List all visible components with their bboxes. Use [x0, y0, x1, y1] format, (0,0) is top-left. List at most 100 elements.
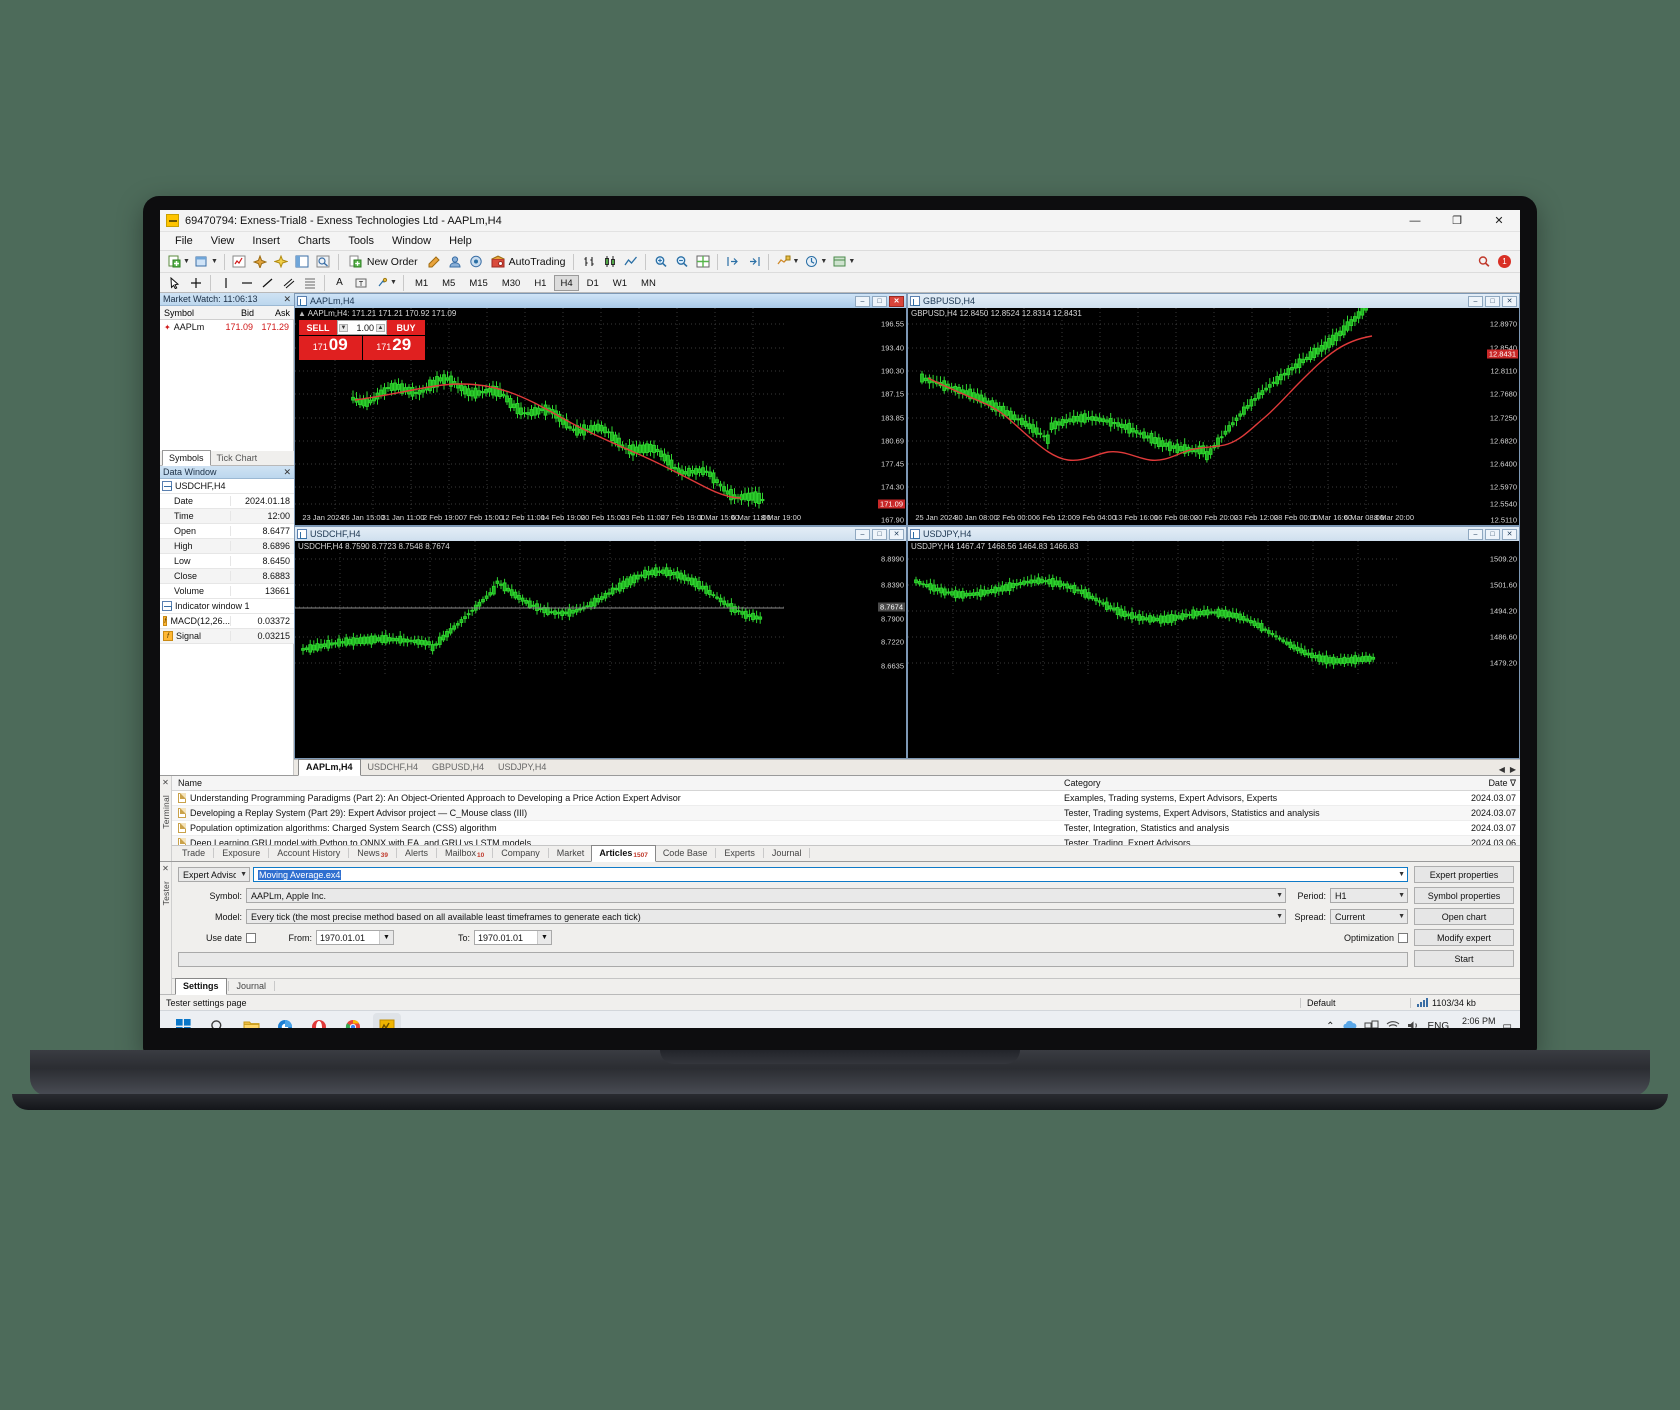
period-select[interactable]: H1 ▼	[1330, 888, 1408, 903]
chart-minimize-button[interactable]: –	[1468, 528, 1483, 540]
candlestick-chart-icon[interactable]	[600, 253, 619, 271]
chart-window-aaplm[interactable]: AAPLm,H4 – □ ✕ ▲ AAPLm,H4: 171.21 171.21…	[294, 293, 907, 526]
timeframe-h4[interactable]: H4	[554, 274, 579, 291]
timeframe-d1[interactable]: D1	[581, 275, 605, 291]
bar-chart-icon[interactable]	[579, 253, 598, 271]
modify-expert-button[interactable]: Modify expert	[1414, 929, 1514, 946]
timeframe-m15[interactable]: M15	[463, 275, 493, 291]
list-item[interactable]: Developing a Replay System (Part 29): Ex…	[172, 806, 1520, 821]
terminal-tab-code-base[interactable]: Code Base	[656, 846, 715, 861]
market-watch-icon[interactable]	[230, 253, 249, 271]
experts-icon[interactable]	[446, 253, 465, 271]
to-date-field[interactable]: 1970.01.01 ▼	[474, 930, 552, 945]
chart-maximize-button[interactable]: □	[1485, 295, 1500, 307]
notification-icon[interactable]: ▭	[1503, 1021, 1512, 1028]
menu-tools[interactable]: Tools	[339, 232, 383, 251]
buy-price[interactable]: 171 29	[362, 336, 425, 360]
terminal-tab-trade[interactable]: Trade	[175, 846, 212, 861]
wifi-icon[interactable]	[1386, 1020, 1400, 1028]
arrows-icon[interactable]	[372, 274, 391, 292]
chart-minimize-button[interactable]: –	[1468, 295, 1483, 307]
chart-maximize-button[interactable]: □	[1485, 528, 1500, 540]
templates-icon[interactable]	[830, 253, 849, 271]
chart-maximize-button[interactable]: □	[872, 528, 887, 540]
volume-stepper[interactable]: ▼ 1.00 ▲	[337, 320, 387, 335]
autotrading-button[interactable]: AutoTrading	[487, 255, 570, 268]
volume-increment-icon[interactable]: ▲	[376, 323, 385, 332]
chart-tab-aaplm[interactable]: AAPLm,H4	[298, 759, 361, 776]
chrome-button[interactable]	[339, 1013, 367, 1028]
chart-tab-usdchf[interactable]: USDCHF,H4	[361, 760, 426, 775]
terminal-tab-news[interactable]: News 39	[350, 846, 395, 861]
terminal-tab-mailbox[interactable]: Mailbox 10	[438, 846, 491, 861]
indicators-icon[interactable]	[774, 253, 793, 271]
menu-help[interactable]: Help	[440, 232, 481, 251]
menu-charts[interactable]: Charts	[289, 232, 339, 251]
list-item[interactable]: Population optimization algorithms: Char…	[172, 821, 1520, 836]
start-button[interactable]	[169, 1013, 197, 1028]
trendline-icon[interactable]	[258, 274, 277, 292]
sell-button[interactable]: SELL	[299, 320, 337, 335]
tester-close-icon[interactable]: ✕	[162, 864, 169, 873]
menu-window[interactable]: Window	[383, 232, 440, 251]
volume-icon[interactable]	[1407, 1020, 1421, 1028]
col-category[interactable]: Category	[1060, 778, 1460, 788]
profiles-icon[interactable]	[193, 253, 212, 271]
file-explorer-button[interactable]	[237, 1013, 265, 1028]
cloud-icon[interactable]	[1342, 1020, 1357, 1028]
new-chart-dropdown-icon[interactable]: ▼	[183, 258, 190, 265]
tab-tick-chart[interactable]: Tick Chart	[211, 451, 264, 465]
expert-properties-button[interactable]: Expert properties	[1414, 866, 1514, 883]
chart-canvas-usdjpy[interactable]: USDJPY,H4 1467.47 1468.56 1464.83 1466.8…	[908, 541, 1519, 758]
menu-file[interactable]: File	[166, 232, 202, 251]
help-icon[interactable]	[467, 253, 486, 271]
tester-tab-settings[interactable]: Settings	[175, 978, 227, 995]
line-chart-icon[interactable]	[621, 253, 640, 271]
use-date-checkbox[interactable]	[246, 932, 256, 943]
fibonacci-icon[interactable]	[300, 274, 319, 292]
chart-maximize-button[interactable]: □	[872, 295, 887, 307]
periods-dropdown-icon[interactable]: ▼	[820, 258, 827, 265]
list-item[interactable]: Understanding Programming Paradigms (Par…	[172, 791, 1520, 806]
calendar-icon[interactable]: ▼	[537, 931, 551, 944]
timeframe-m30[interactable]: M30	[496, 275, 526, 291]
chart-close-button[interactable]: ✕	[889, 295, 904, 307]
menu-insert[interactable]: Insert	[243, 232, 289, 251]
indicators-dropdown-icon[interactable]: ▼	[792, 258, 799, 265]
alert-badge-icon[interactable]: 1	[1495, 253, 1514, 271]
crosshair-icon[interactable]	[186, 274, 205, 292]
minimize-button[interactable]: —	[1394, 210, 1436, 232]
zoom-out-icon[interactable]	[672, 253, 691, 271]
chart-minimize-button[interactable]: –	[855, 295, 870, 307]
chart-close-button[interactable]: ✕	[889, 528, 904, 540]
chart-canvas-aaplm[interactable]: ▲ AAPLm,H4: 171.21 171.21 170.92 171.09 …	[295, 308, 906, 525]
calendar-icon[interactable]: ▼	[379, 931, 393, 944]
tile-windows-icon[interactable]	[693, 253, 712, 271]
one-click-trading-panel[interactable]: SELL ▼ 1.00 ▲ BUY 171 09 171 29	[299, 320, 425, 360]
chart-close-button[interactable]: ✕	[1502, 528, 1517, 540]
chart-window-usdchf[interactable]: USDCHF,H4 – □ ✕ USDCHF,H4 8.7590 8.7723 …	[294, 526, 907, 759]
metatrader-button[interactable]	[373, 1012, 401, 1028]
opera-button[interactable]	[305, 1013, 333, 1028]
terminal-close-icon[interactable]: ✕	[162, 778, 169, 787]
timeframe-h1[interactable]: H1	[528, 275, 552, 291]
text-label-icon[interactable]: T	[351, 274, 370, 292]
vertical-line-icon[interactable]	[216, 274, 235, 292]
templates-dropdown-icon[interactable]: ▼	[848, 258, 855, 265]
chart-minimize-button[interactable]: –	[855, 528, 870, 540]
search-button[interactable]	[203, 1013, 231, 1028]
chart-tab-next-icon[interactable]: ▶	[1510, 765, 1516, 774]
chart-close-button[interactable]: ✕	[1502, 295, 1517, 307]
spread-select[interactable]: Current ▼	[1330, 909, 1408, 924]
language-indicator[interactable]: ENG	[1428, 1021, 1450, 1028]
new-chart-icon[interactable]	[165, 253, 184, 271]
terminal-tab-experts[interactable]: Experts	[717, 846, 762, 861]
symbol-select[interactable]: AAPLm, Apple Inc. ▼	[246, 888, 1286, 903]
open-chart-button[interactable]: Open chart	[1414, 908, 1514, 925]
auto-scroll-icon[interactable]	[744, 253, 763, 271]
col-name[interactable]: Name	[172, 778, 1060, 788]
from-date-field[interactable]: 1970.01.01 ▼	[316, 930, 394, 945]
network-icon[interactable]	[1364, 1020, 1379, 1028]
tray-chevron-icon[interactable]: ⌃	[1326, 1021, 1334, 1028]
metaeditor-icon[interactable]	[425, 253, 444, 271]
